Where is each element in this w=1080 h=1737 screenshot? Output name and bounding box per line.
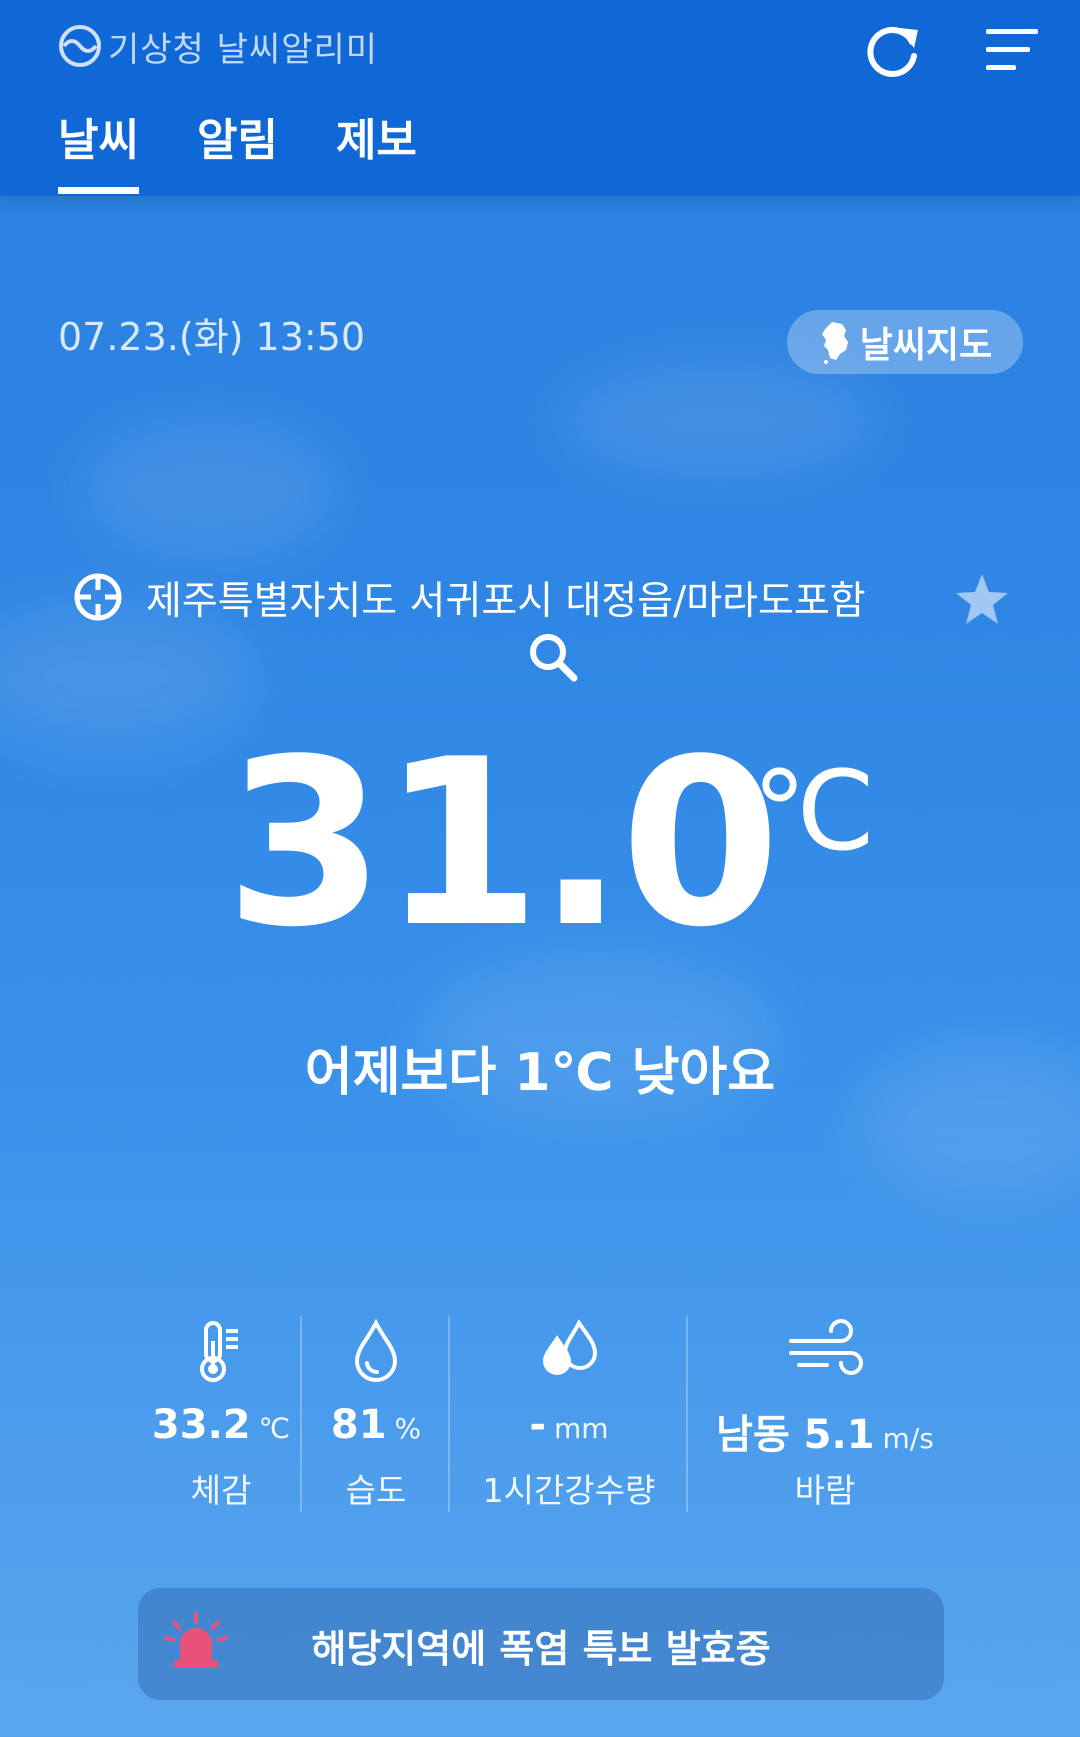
thermometer-icon — [200, 1321, 238, 1382]
refresh-button[interactable] — [862, 18, 926, 82]
crosshair-icon[interactable] — [72, 571, 124, 623]
location-name[interactable]: 제주특별자치도 서귀포시 대정읍/마라도포함 — [146, 570, 866, 626]
observation-datetime: 07.23.(화) 13:50 — [58, 315, 366, 359]
weather-map-label: 날씨지도 — [859, 325, 993, 366]
wind-icon — [789, 1319, 863, 1375]
wind-label: 바람 — [794, 1471, 856, 1510]
tab-report[interactable]: 제보 — [336, 104, 417, 194]
stat-precipitation: - mm 1시간강수량 — [450, 1312, 688, 1512]
star-icon[interactable] — [952, 570, 1012, 630]
weather-map-button[interactable]: 날씨지도 — [787, 310, 1023, 374]
precipitation-label: 1시간강수량 — [482, 1471, 656, 1510]
wind-value: 남동 5.1 — [716, 1412, 875, 1458]
water-drop-icon — [354, 1319, 398, 1382]
humidity-label: 습도 — [345, 1471, 407, 1510]
stat-humidity: 81% 습도 — [302, 1312, 450, 1512]
rain-drops-icon — [543, 1319, 598, 1375]
menu-button[interactable] — [980, 18, 1044, 82]
precipitation-value: - — [529, 1402, 547, 1448]
yesterday-comparison: 어제보다 1℃ 낮아요 — [304, 1043, 776, 1103]
cloud-decoration — [80, 420, 340, 560]
feels-like-unit: ℃ — [258, 1412, 291, 1445]
location-row: 제주특별자치도 서귀포시 대정읍/마라도포함 — [0, 568, 1080, 624]
refresh-icon — [867, 26, 918, 77]
humidity-unit: % — [394, 1412, 422, 1445]
cloud-decoration — [560, 360, 880, 480]
stat-wind: 남동 5.1 m/s 바람 — [688, 1312, 962, 1512]
hamburger-menu-icon — [986, 29, 1038, 70]
precipitation-unit: mm — [554, 1412, 609, 1445]
stat-feels-like: 33.2 ℃ 체감 — [140, 1312, 302, 1512]
korea-map-icon — [821, 322, 848, 364]
kma-logo-icon — [59, 25, 101, 67]
alert-text: 해당지역에 폭염 특보 발효중 — [311, 1627, 771, 1671]
brand: 기상청 날씨알리미 — [58, 22, 378, 70]
tab-alerts[interactable]: 알림 — [197, 104, 278, 194]
temperature-unit: ℃ — [752, 747, 876, 875]
heat-wave-alert-banner[interactable]: 해당지역에 폭염 특보 발효중 — [138, 1588, 944, 1700]
current-temperature: 31.0 — [225, 711, 780, 978]
tab-weather[interactable]: 날씨 — [58, 104, 139, 194]
search-icon[interactable] — [524, 628, 584, 688]
feels-like-label: 체감 — [190, 1471, 252, 1510]
humidity-value: 81 — [330, 1402, 387, 1448]
feels-like-value: 33.2 — [151, 1402, 251, 1448]
weather-stats: 33.2 ℃ 체감 81% 습도 - mm 1시간강수량 남동 5.1 m/s … — [140, 1312, 962, 1512]
wind-unit: m/s — [882, 1422, 934, 1455]
app-header: 기상청 날씨알리미 날씨 알림 제보 — [0, 0, 1080, 196]
tab-bar: 날씨 알림 제보 — [58, 104, 475, 194]
brand-name: 기상청 날씨알리미 — [108, 29, 379, 70]
